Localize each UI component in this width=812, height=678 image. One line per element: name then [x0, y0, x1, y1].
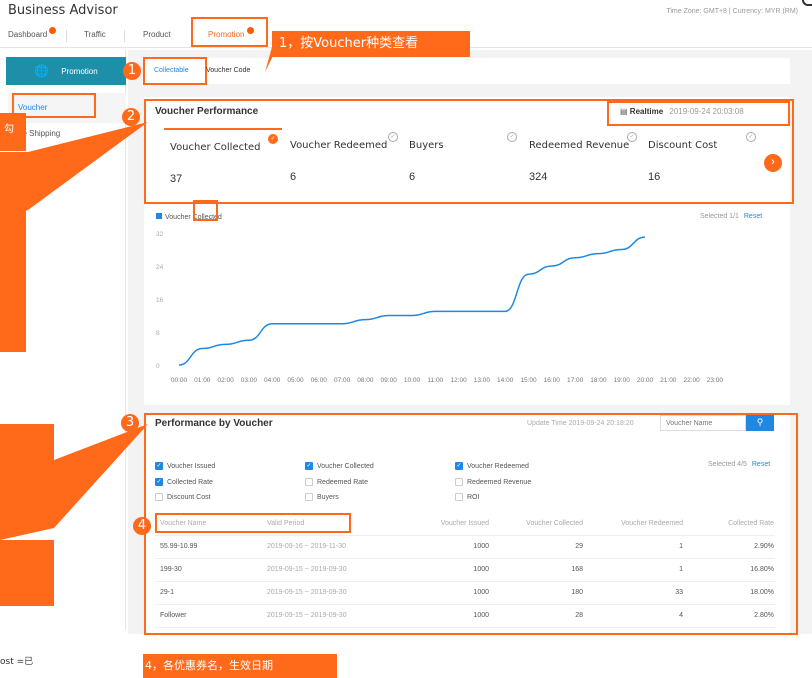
callout-1-arrow: [265, 47, 272, 72]
callout-3-arrow: [0, 424, 148, 540]
annotation-arrows: [0, 47, 272, 540]
callout-cost-fragment: ost =已: [0, 657, 34, 667]
callout-2-fragment: 勾: [4, 124, 14, 135]
callout-3-body: [0, 540, 54, 606]
callout-2-body: [0, 210, 26, 352]
